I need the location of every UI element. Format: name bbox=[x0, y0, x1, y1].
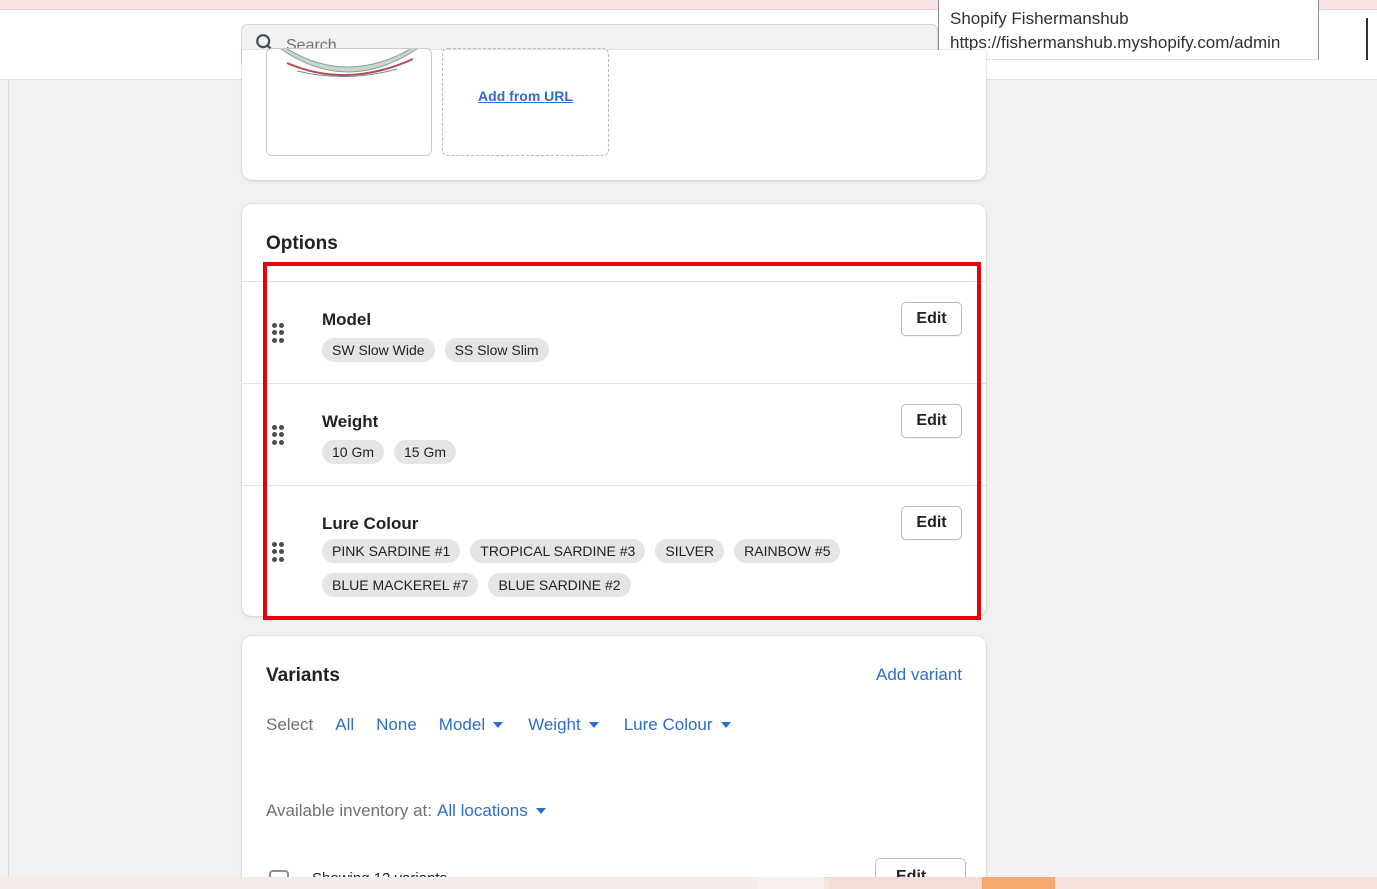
option-value-tag: SW Slow Wide bbox=[322, 338, 435, 362]
option-value-tag: RAINBOW #5 bbox=[734, 539, 841, 563]
variants-title: Variants bbox=[266, 665, 340, 686]
option-value-tag: TROPICAL SARDINE #3 bbox=[470, 539, 646, 563]
option-value-tag: SILVER bbox=[655, 539, 725, 563]
taskbar-segment bbox=[0, 877, 758, 889]
variants-card: Variants Add variant Select All None Mod… bbox=[242, 636, 986, 889]
option-value-tag: PINK SARDINE #1 bbox=[322, 539, 461, 563]
drag-handle-icon[interactable] bbox=[272, 425, 286, 445]
caret-down-icon bbox=[720, 722, 731, 728]
select-none-label: None bbox=[376, 715, 417, 734]
option-name: Lure Colour bbox=[322, 514, 419, 533]
select-none-link[interactable]: None bbox=[376, 715, 417, 735]
media-card: Add from URL bbox=[242, 48, 986, 180]
select-lure-colour-dropdown[interactable]: Lure Colour bbox=[624, 715, 731, 735]
tab-tooltip: Shopify Fishermanshub https://fishermans… bbox=[938, 0, 1319, 60]
select-model-dropdown[interactable]: Model bbox=[438, 715, 504, 735]
caret-down-icon bbox=[588, 722, 599, 728]
product-image-thumbnail[interactable] bbox=[266, 48, 432, 156]
option-values: 10 Gm 15 Gm bbox=[322, 440, 842, 464]
edit-option-button[interactable]: Edit bbox=[901, 302, 962, 336]
option-name: Weight bbox=[322, 412, 379, 431]
option-value-tag: BLUE SARDINE #2 bbox=[488, 573, 631, 597]
option-values: SW Slow Wide SS Slow Slim bbox=[322, 338, 842, 362]
taskbar-segment bbox=[1055, 877, 1377, 889]
drag-handle-icon[interactable] bbox=[272, 542, 286, 562]
add-from-url-link[interactable]: Add from URL bbox=[443, 88, 608, 104]
option-row-weight: Weight 10 Gm 15 Gm Edit bbox=[242, 383, 986, 485]
select-lure-colour-label: Lure Colour bbox=[623, 715, 713, 734]
taskbar-segment-active bbox=[982, 877, 1055, 889]
add-variant-link[interactable]: Add variant bbox=[876, 665, 962, 685]
inventory-label: Available inventory at: bbox=[266, 801, 433, 820]
select-weight-dropdown[interactable]: Weight bbox=[528, 715, 599, 735]
option-row-model: Model SW Slow Wide SS Slow Slim Edit bbox=[242, 281, 986, 383]
taskbar-segment bbox=[830, 877, 982, 889]
caret-down-icon bbox=[493, 722, 504, 728]
taskbar-segment bbox=[758, 877, 824, 889]
select-label: Select bbox=[266, 715, 314, 734]
inventory-location-row: Available inventory at: All locations bbox=[266, 801, 546, 821]
select-all-label: All bbox=[335, 715, 355, 734]
edit-option-button[interactable]: Edit bbox=[901, 506, 962, 540]
option-value-tag: 10 Gm bbox=[322, 440, 385, 464]
option-value-tag: SS Slow Slim bbox=[444, 338, 549, 362]
caret-down-icon bbox=[535, 808, 546, 814]
option-value-tag: BLUE MACKEREL #7 bbox=[322, 573, 479, 597]
tooltip-url: https://fishermanshub.myshopify.com/admi… bbox=[950, 33, 1281, 52]
select-all-link[interactable]: All bbox=[335, 715, 354, 735]
tooltip-title: Shopify Fishermanshub bbox=[950, 9, 1129, 28]
drag-handle-icon[interactable] bbox=[272, 323, 286, 343]
variant-select-row: Select All None Model Weight Lure Colour bbox=[266, 715, 753, 735]
edit-option-button[interactable]: Edit bbox=[901, 404, 962, 438]
inventory-location-dropdown[interactable]: All locations bbox=[437, 801, 546, 821]
topbar-divider bbox=[1366, 18, 1368, 60]
inventory-location-label: All locations bbox=[437, 801, 528, 820]
option-value-tag: 15 Gm bbox=[394, 440, 457, 464]
sidebar-edge bbox=[8, 80, 9, 880]
lure-image-icon bbox=[280, 49, 418, 78]
media-dropzone[interactable]: Add from URL bbox=[442, 48, 609, 156]
option-row-lure-colour: Lure Colour PINK SARDINE #1 TROPICAL SAR… bbox=[242, 485, 986, 616]
options-title: Options bbox=[266, 233, 338, 254]
select-model-label: Model bbox=[438, 715, 486, 734]
option-name: Model bbox=[322, 310, 372, 329]
options-card: Options Model SW Slow Wide SS Slow Slim … bbox=[242, 204, 986, 616]
option-values: PINK SARDINE #1 TROPICAL SARDINE #3 SILV… bbox=[322, 539, 842, 597]
select-weight-label: Weight bbox=[528, 715, 581, 734]
